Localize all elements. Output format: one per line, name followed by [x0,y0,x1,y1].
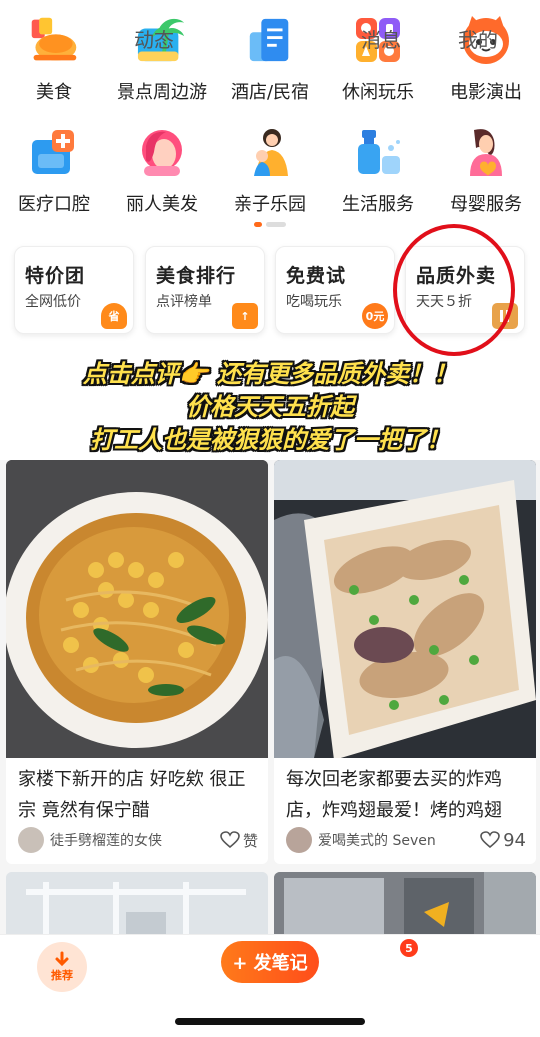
home-indicator [175,1018,365,1025]
caption-line: 点击点评👉 还有更多品质外卖！！ [82,360,458,388]
heart-icon [220,831,240,849]
mother-baby-icon [460,126,512,178]
message-count-badge: 5 [400,939,418,957]
top-panel: 美食 景点周边游 酒店/民宿 休闲玩乐 电影演出 医疗口腔 丽人美发 亲子乐园 … [0,0,540,460]
tab-mine[interactable]: 我的 [458,10,498,66]
tab-dynamic[interactable]: 动态 [134,10,174,66]
category-food[interactable]: 美食 [0,14,108,104]
promo-title: 特价团 [25,265,86,287]
promo-food-ranking[interactable]: 美食排行 点评榜单 ↑ [145,246,265,334]
category-label: 美食 [36,82,72,103]
parent-child-icon [244,126,296,178]
caption-line: 价格天天五折起 [186,393,354,421]
save-badge-icon: 省 [101,303,127,329]
category-label: 丽人美发 [126,194,198,215]
category-medical[interactable]: 医疗口腔 [0,126,108,216]
page-dot-active [254,222,262,227]
tab-label: 消息 [361,27,401,52]
beauty-woman-icon [136,126,188,178]
like-button[interactable]: 94 [480,830,526,851]
tab-label: 动态 [134,27,174,52]
feed-title: 家楼下新开的店 好吃欸 很正宗 竟然有保宁醋 [18,769,246,821]
author-name[interactable]: 爱喝美式的 Seven [318,830,480,850]
category-label: 母婴服务 [450,194,522,215]
hotel-icon [244,14,296,66]
category-label: 景点周边游 [117,82,207,103]
cleaning-spray-icon [352,126,404,178]
ranking-up-icon: ↑ [232,303,258,329]
category-label: 医疗口腔 [18,194,90,215]
tab-messages[interactable]: 消息 [361,10,401,66]
medical-kit-icon [28,126,80,178]
page-indicator [254,222,286,227]
overlay-caption: 点击点评👉 还有更多品质外卖！！ 价格天天五折起 打工人也是被狠狠的爱了一把了！ [0,358,540,457]
tab-label: 我的 [458,27,498,52]
promo-special-deal[interactable]: 特价团 全网低价 省 [14,246,134,334]
highlight-circle [393,224,515,356]
category-label: 亲子乐园 [234,194,306,215]
post-note-button[interactable]: + 发笔记 [221,941,319,983]
page-dot [266,222,286,227]
avatar[interactable] [18,827,44,853]
promo-title: 美食排行 [156,265,237,287]
tab-recommend[interactable]: 推荐 [37,942,87,992]
feed-card[interactable]: 家楼下新开的店 好吃欸 很正宗 竟然有保宁醋 徒手劈榴莲的女侠 赞 [6,460,268,864]
caption-line: 打工人也是被狠狠的爱了一把了！ [90,426,450,454]
fried-chicken-image [274,460,536,758]
feed-meta: 徒手劈榴莲的女侠 赞 [18,826,258,854]
roast-chicken-icon [28,14,80,66]
category-family[interactable]: 亲子乐园 [216,126,324,216]
promo-title: 免费试 [286,265,347,287]
like-count: 赞 [242,831,258,850]
category-label: 酒店/民宿 [230,82,310,103]
category-label: 生活服务 [342,194,414,215]
feed-card-partial[interactable] [6,872,268,942]
category-label: 休闲玩乐 [342,82,414,103]
feed-meta: 爱喝美式的 Seven 94 [286,826,526,854]
like-count: 94 [503,829,526,851]
category-maternal[interactable]: 母婴服务 [432,126,540,216]
like-button[interactable]: 赞 [220,830,258,851]
category-life-service[interactable]: 生活服务 [324,126,432,216]
category-label: 电影演出 [450,82,522,103]
heart-icon [480,831,500,849]
noodle-dish-image [6,460,268,758]
promo-free-trial[interactable]: 免费试 吃喝玩乐 0元 [275,246,395,334]
author-name[interactable]: 徒手劈榴莲的女侠 [50,830,220,850]
zero-yuan-icon: 0元 [362,303,388,329]
tab-label: 推荐 [51,969,73,982]
feed-card-partial[interactable] [274,872,536,942]
category-beauty[interactable]: 丽人美发 [108,126,216,216]
feed-title: 每次回老家都要去买的炸鸡店，炸鸡翅最爱！烤的鸡翅 [286,769,502,821]
avatar[interactable] [286,827,312,853]
feed-card[interactable]: 每次回老家都要去买的炸鸡店，炸鸡翅最爱！烤的鸡翅 爱喝美式的 Seven 94 [274,460,536,864]
category-hotel[interactable]: 酒店/民宿 [216,14,324,104]
